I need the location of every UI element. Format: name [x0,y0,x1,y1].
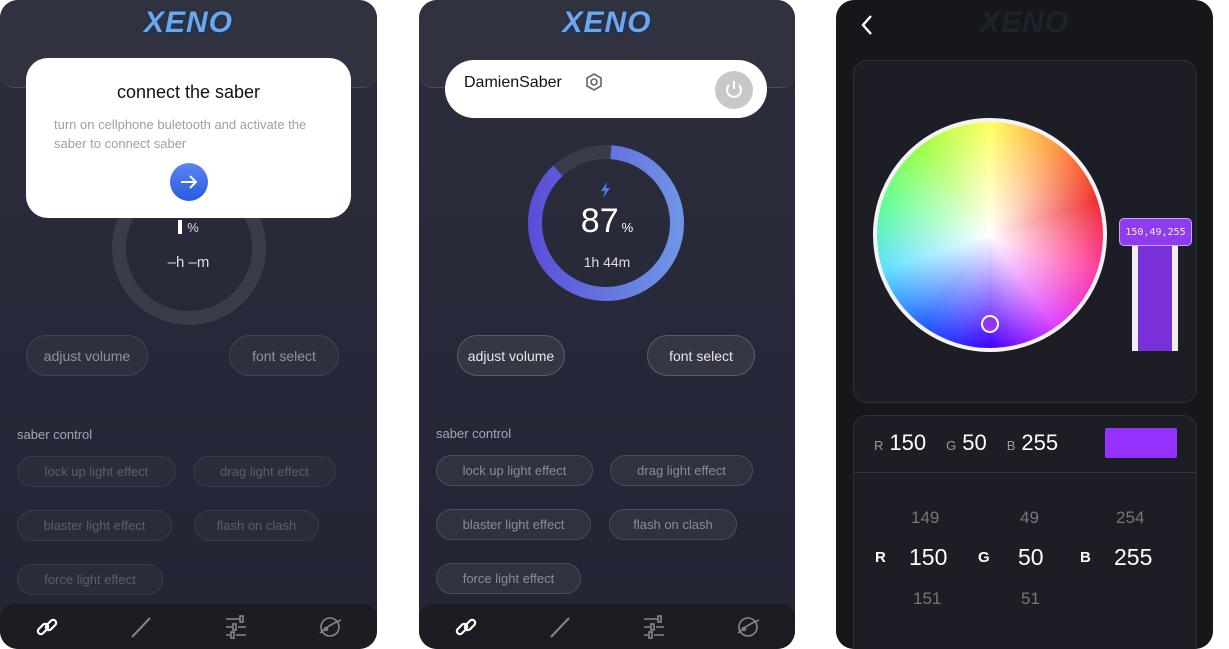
rgb-card: R 150 G 50 B 255 R 149 150 151 G 49 50 51 B… [853,415,1197,649]
picker-r-prev[interactable]: 149 [911,508,939,528]
font-select-button[interactable]: font select [647,335,755,376]
bottom-nav [419,604,795,649]
flash-on-clash-button[interactable]: flash on clash [194,510,319,541]
xeno-logo: XENO [979,6,1070,39]
saber-control-label: saber control [17,427,93,442]
picker-r-value[interactable]: 150 [909,544,947,571]
b-label: B [1006,438,1016,453]
adjust-volume-button[interactable]: adjust volume [457,335,565,376]
screen-connected: XENO DamienSaber 87% 1h 44m adjust volum… [419,0,795,649]
g-label: G [946,438,957,453]
lock-up-light-effect-button[interactable]: lock up light effect [436,455,593,486]
planet-icon[interactable] [733,612,763,642]
battery-time: 1h 44m [583,254,631,270]
battery-percent: 87 [580,202,619,240]
battery-percent-placeholder [178,220,183,234]
drag-light-effect-button[interactable]: drag light effect [193,456,336,487]
chevron-left-icon[interactable] [860,14,874,41]
bottom-nav [0,604,377,649]
sliders-icon[interactable] [639,612,669,642]
rgb-wheel-picker[interactable]: R 149 150 151 G 49 50 51 B 254 255 [854,504,1196,614]
r-value: 150 [889,430,927,455]
force-light-effect-button[interactable]: force light effect [17,564,163,595]
power-icon[interactable] [715,71,753,109]
arrow-right-icon[interactable] [170,163,208,201]
device-name: DamienSaber [464,74,562,91]
dialog-title: connect the saber [116,82,261,102]
xeno-logo: XENO [562,6,652,39]
picker-r-label: R [875,549,886,566]
battery-percent-unit: % [187,220,199,235]
color-wheel[interactable] [873,118,1107,352]
picker-b-prev[interactable]: 254 [1116,508,1144,528]
divider [854,472,1196,473]
bolt-icon [601,182,611,203]
picker-b-value[interactable]: 255 [1114,544,1152,571]
gear-icon[interactable] [584,72,604,97]
battery-percent-unit: % [621,220,634,235]
picker-r-next[interactable]: 151 [913,589,941,609]
color-wheel-handle[interactable] [981,315,999,333]
dialog-message: turn on cellphone buletooth and activate… [54,117,307,151]
saber-control-label: saber control [436,426,512,441]
planet-icon[interactable] [315,612,345,642]
device-card[interactable]: DamienSaber [445,60,767,118]
link-icon[interactable] [451,612,481,642]
picker-g-value[interactable]: 50 [1018,544,1044,571]
flash-on-clash-button[interactable]: flash on clash [609,509,737,540]
brightness-slider[interactable] [1132,244,1178,351]
saber-icon[interactable] [545,612,575,642]
blaster-light-effect-button[interactable]: blaster light effect [17,510,172,541]
adjust-volume-button[interactable]: adjust volume [26,335,148,376]
r-label: R [874,438,884,453]
slider-value-label: 150,49,255 [1119,218,1192,246]
color-swatch [1105,428,1177,458]
xeno-logo: XENO [143,6,234,39]
saber-icon[interactable] [126,612,156,642]
color-wheel-card: 150,49,255 [853,60,1197,403]
g-value: 50 [962,430,987,455]
connect-dialog: connect the saber turn on cellphone bule… [26,58,351,218]
sliders-icon[interactable] [221,612,251,642]
drag-light-effect-button[interactable]: drag light effect [610,455,753,486]
screen-color-picker: XENO 150,49,255 R 150 G 50 B 255 R 149 150 … [836,0,1213,649]
link-icon[interactable] [32,612,62,642]
picker-g-next[interactable]: 51 [1021,589,1040,609]
blaster-light-effect-button[interactable]: blaster light effect [436,509,591,540]
lock-up-light-effect-button[interactable]: lock up light effect [17,456,176,487]
picker-g-prev[interactable]: 49 [1020,508,1039,528]
screen-disconnected: XENO % –h –m adjust volume font select s… [0,0,377,649]
picker-b-label: B [1080,549,1091,566]
battery-time: –h –m [167,254,210,271]
picker-g-label: G [978,549,990,566]
force-light-effect-button[interactable]: force light effect [436,563,581,594]
font-select-button[interactable]: font select [229,335,339,376]
b-value: 255 [1021,430,1059,455]
